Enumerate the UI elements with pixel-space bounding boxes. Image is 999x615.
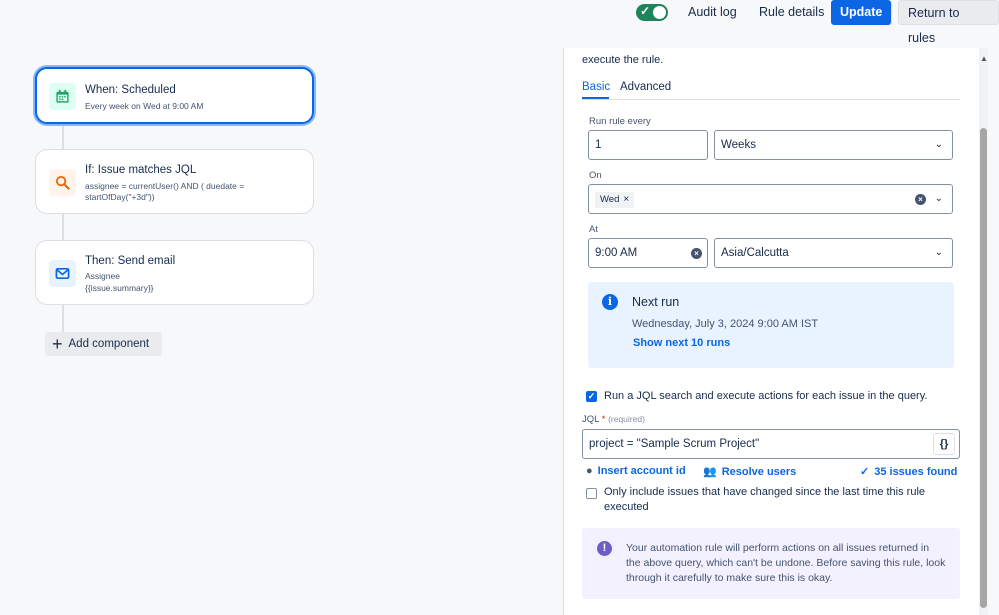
component-subtitle: assignee = currentUser() AND ( duedate =… [85,181,245,202]
component-title: When: Scheduled [85,84,176,96]
clear-icon[interactable]: × [915,194,926,205]
time-value: 9:00 AM [595,247,638,259]
scroll-up-arrow[interactable]: ▲ [980,54,988,63]
jql-search-checkbox-label: Run a JQL search and execute actions for… [604,390,928,402]
warning-message: ! Your automation rule will perform acti… [582,528,960,599]
required-asterisk: * [601,414,606,425]
days-multiselect[interactable]: Wed × × ⌄ [588,184,953,214]
mail-icon [49,260,76,287]
clear-icon[interactable]: × [691,248,702,259]
top-bar: ✓ Audit log Rule details Update Return t… [0,0,999,45]
exclamation-icon: ! [597,541,612,556]
at-label: At [589,224,598,235]
changed-issues-checkbox-label: Only include issues that have changed si… [604,486,926,498]
chevron-down-icon: ⌄ [934,139,943,150]
jql-value: project = "Sample Scrum Project" [589,438,760,450]
next-run-date: Wednesday, July 3, 2024 9:00 AM IST [632,318,819,330]
run-every-value: 1 [595,139,602,151]
component-subtitle-summary: {{issue.summary}} [85,283,154,293]
tab-divider [582,99,960,100]
calendar-icon [49,83,76,110]
time-picker[interactable]: 9:00 AM × [588,238,708,268]
run-every-label: Run rule every [589,116,651,127]
user-circle-icon: ● [586,465,593,477]
issues-found-link[interactable]: ✓ 35 issues found [860,465,958,479]
changed-issues-checkbox-label-cont: executed [604,501,649,513]
day-tag: Wed × [595,192,635,208]
people-icon: 👥 [703,466,717,478]
rule-details-button[interactable]: Rule details [750,0,833,25]
active-tab-indicator [582,97,609,99]
info-icon: i [602,294,618,310]
panel-description: execute the rule. [582,54,664,66]
divider [891,2,892,24]
frequency-value: Weeks [721,139,756,151]
add-component-button[interactable]: + Add component [45,332,162,356]
search-icon [49,169,76,196]
flow-connector [62,214,64,240]
run-every-input[interactable]: 1 [588,130,708,160]
flow-connector [62,124,64,149]
return-to-rules-button[interactable]: Return to rules [898,0,999,45]
jql-label: JQL * (required) [582,414,645,425]
insert-account-id-label: Insert account id [597,465,686,477]
required-note: (required) [608,414,645,424]
insert-account-id-link[interactable]: ● Insert account id [586,465,686,477]
jql-search-checkbox[interactable]: ✓ [586,391,597,402]
plus-icon: + [52,334,63,354]
trigger-component-card[interactable]: When: Scheduled Every week on Wed at 9:0… [35,67,314,124]
timezone-select[interactable]: Asia/Calcutta ⌄ [714,238,953,268]
warning-text: Your automation rule will perform action… [626,542,946,584]
timezone-value: Asia/Calcutta [721,247,789,259]
rule-enabled-toggle[interactable]: ✓ [636,4,668,21]
component-subtitle-recipient: Assignee [85,271,120,281]
chevron-down-icon: ⌄ [934,193,943,204]
tab-basic[interactable]: Basic [582,81,610,93]
scrollbar-thumb[interactable] [980,128,987,608]
issues-found-label: 35 issues found [874,465,958,478]
resolve-users-label: Resolve users [721,465,797,478]
check-icon: ✓ [860,466,870,478]
on-label: On [589,170,602,181]
update-button[interactable]: Update [831,0,892,25]
add-component-label: Add component [68,338,150,350]
toggle-knob [653,6,666,19]
resolve-users-link[interactable]: 👥 Resolve users [703,465,797,479]
changed-issues-checkbox[interactable] [586,488,597,499]
tab-advanced[interactable]: Advanced [620,81,671,93]
remove-tag-icon[interactable]: × [623,194,629,205]
flow-connector [62,305,64,333]
next-run-section: i Next run Wednesday, July 3, 2024 9:00 … [588,282,954,368]
component-title: If: Issue matches JQL [85,164,197,176]
show-next-runs-link[interactable]: Show next 10 runs [633,337,730,349]
jql-editor-button[interactable]: {} [933,433,955,455]
chevron-down-icon: ⌄ [934,247,943,258]
check-icon: ✓ [640,4,651,18]
frequency-select[interactable]: Weeks ⌄ [714,130,953,160]
jql-input[interactable]: project = "Sample Scrum Project" {} [582,429,960,459]
component-subtitle: Every week on Wed at 9:00 AM [85,101,204,111]
component-title: Then: Send email [85,255,176,267]
jql-label-text: JQL [582,414,600,425]
next-run-title: Next run [632,295,680,309]
condition-component-card[interactable]: If: Issue matches JQL assignee = current… [35,149,314,214]
audit-log-button[interactable]: Audit log [679,0,746,25]
action-component-card[interactable]: Then: Send email Assignee {{issue.summar… [35,240,314,305]
day-tag-label: Wed [600,194,620,205]
